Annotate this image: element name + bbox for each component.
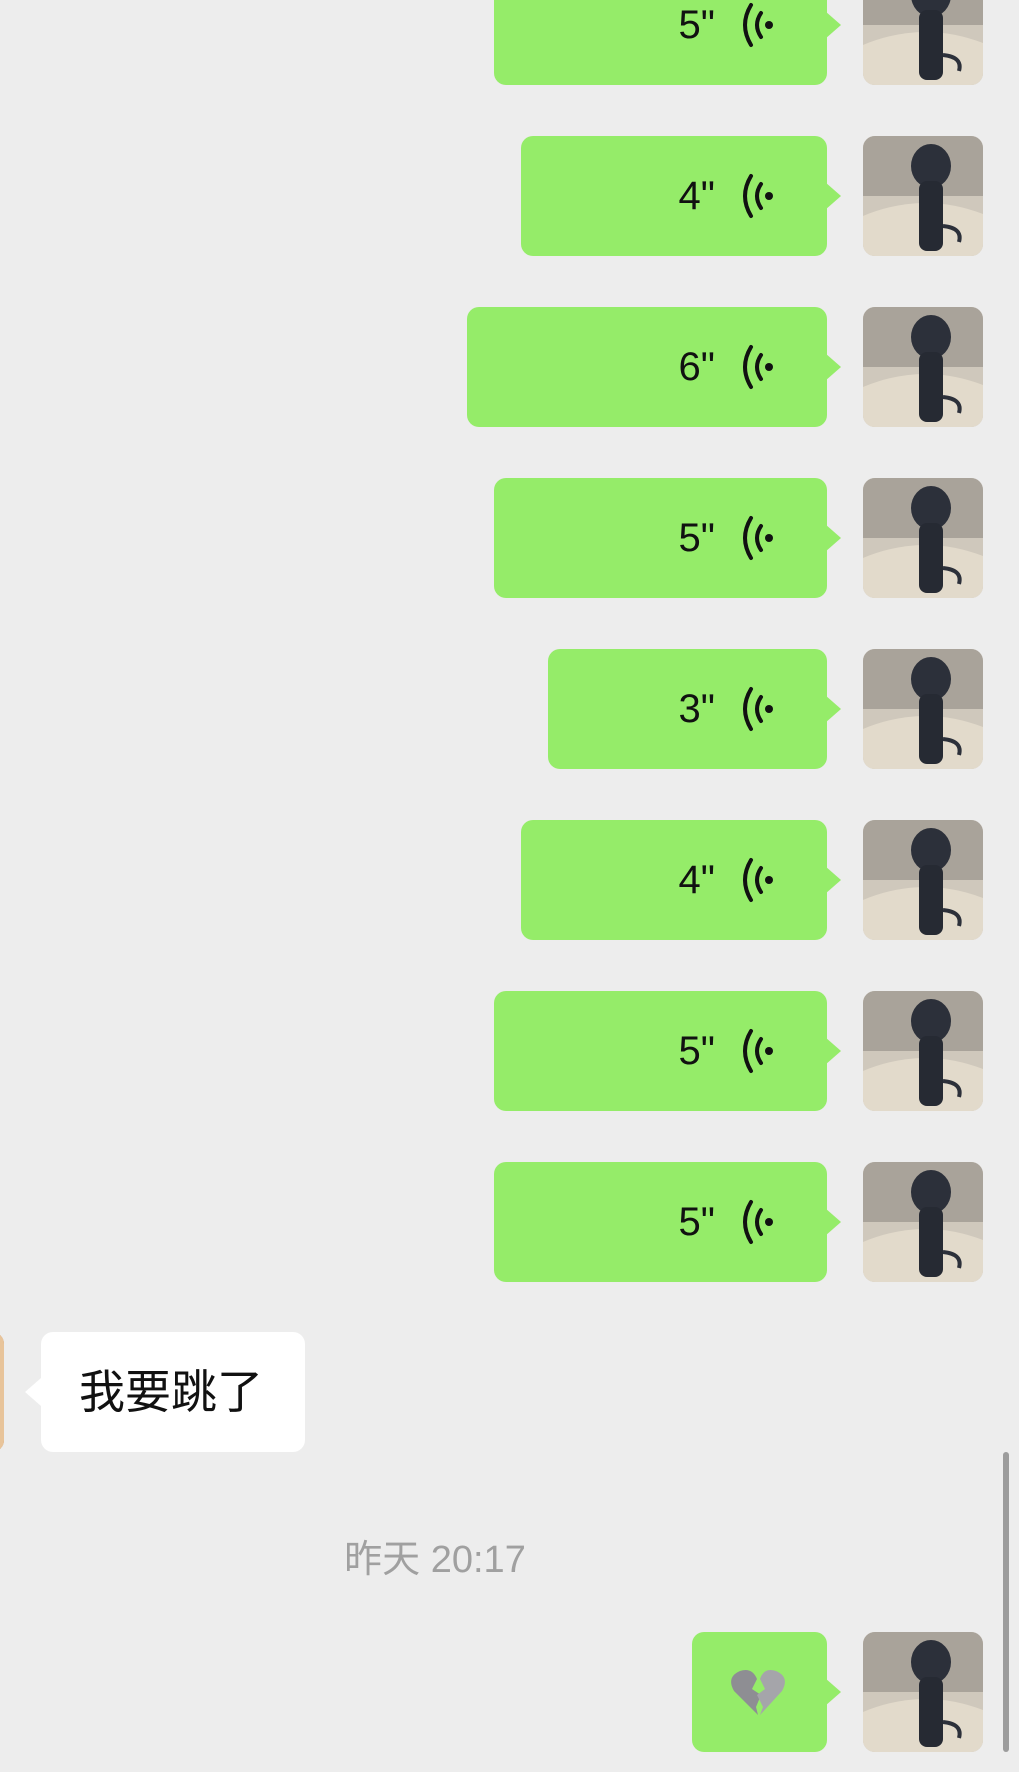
user-avatar[interactable]: [863, 0, 983, 85]
bubble-tail: [825, 1678, 841, 1706]
message-text: 我要跳了: [79, 1365, 263, 1419]
voice-message-bubble[interactable]: 5": [494, 991, 841, 1111]
avatar-image: [863, 1632, 983, 1752]
voice-wave-icon: [743, 1029, 773, 1073]
avatar-image: [0, 1332, 4, 1452]
user-avatar[interactable]: [863, 649, 983, 769]
voice-duration: 5": [678, 516, 715, 560]
contact-avatar[interactable]: [0, 1332, 4, 1452]
user-avatar[interactable]: [863, 1632, 983, 1752]
voice-wave-icon: [743, 1200, 773, 1244]
scrollbar[interactable]: [1003, 1452, 1009, 1752]
broken-heart-icon: [731, 1670, 785, 1715]
voice-duration: 3": [678, 687, 715, 731]
message-row: 5": [0, 1162, 1019, 1282]
voice-wave-icon: [743, 516, 773, 560]
voice-message-bubble[interactable]: 5": [494, 1162, 841, 1282]
voice-message-bubble[interactable]: 6": [467, 307, 841, 427]
avatar-image: [863, 991, 983, 1111]
user-avatar[interactable]: [863, 1162, 983, 1282]
voice-duration: 6": [678, 345, 715, 389]
text-message-bubble[interactable]: 我要跳了: [25, 1332, 305, 1452]
avatar-image: [863, 820, 983, 940]
voice-wave-icon: [743, 858, 773, 902]
message-row: 6": [0, 307, 1019, 427]
bubble-tail: [825, 1208, 841, 1236]
message-row: 3": [0, 649, 1019, 769]
message-row: 4": [0, 820, 1019, 940]
voice-message-bubble[interactable]: 5": [494, 478, 841, 598]
voice-wave-icon: [743, 174, 773, 218]
message-row: 5": [0, 991, 1019, 1111]
message-row: [0, 1632, 1019, 1752]
avatar-image: [863, 649, 983, 769]
bubble-tail: [825, 866, 841, 894]
voice-duration: 5": [678, 3, 715, 47]
bubble-tail: [825, 11, 841, 39]
voice-duration: 4": [678, 858, 715, 902]
bubble-tail: [825, 524, 841, 552]
voice-duration: 5": [678, 1200, 715, 1244]
chat-view: 5" 4" 6" 5" 3" 4" 5" 5" 我要跳了 昨天 20:17: [0, 0, 1019, 1772]
message-row: 我要跳了: [0, 1332, 1019, 1452]
voice-wave-icon: [743, 687, 773, 731]
bubble-tail: [825, 353, 841, 381]
voice-message-bubble[interactable]: 3": [548, 649, 841, 769]
voice-message-bubble[interactable]: 4": [521, 820, 841, 940]
avatar-image: [863, 307, 983, 427]
message-row: 4": [0, 136, 1019, 256]
voice-wave-icon: [743, 3, 773, 47]
avatar-image: [863, 478, 983, 598]
message-row: 5": [0, 478, 1019, 598]
bubble-tail: [25, 1378, 41, 1406]
user-avatar[interactable]: [863, 136, 983, 256]
voice-message-bubble[interactable]: 4": [521, 136, 841, 256]
avatar-image: [863, 136, 983, 256]
message-timestamp: 昨天 20:17: [344, 1539, 526, 1581]
user-avatar[interactable]: [863, 307, 983, 427]
emoji-message-bubble[interactable]: [692, 1632, 841, 1752]
message-row: 5": [0, 0, 1019, 85]
bubble-tail: [825, 182, 841, 210]
user-avatar[interactable]: [863, 478, 983, 598]
avatar-image: [863, 0, 983, 85]
bubble-tail: [825, 1037, 841, 1065]
bubble-tail: [825, 695, 841, 723]
voice-duration: 5": [678, 1029, 715, 1073]
voice-message-bubble[interactable]: 5": [494, 0, 841, 85]
avatar-image: [863, 1162, 983, 1282]
voice-wave-icon: [743, 345, 773, 389]
user-avatar[interactable]: [863, 991, 983, 1111]
voice-duration: 4": [678, 174, 715, 218]
user-avatar[interactable]: [863, 820, 983, 940]
